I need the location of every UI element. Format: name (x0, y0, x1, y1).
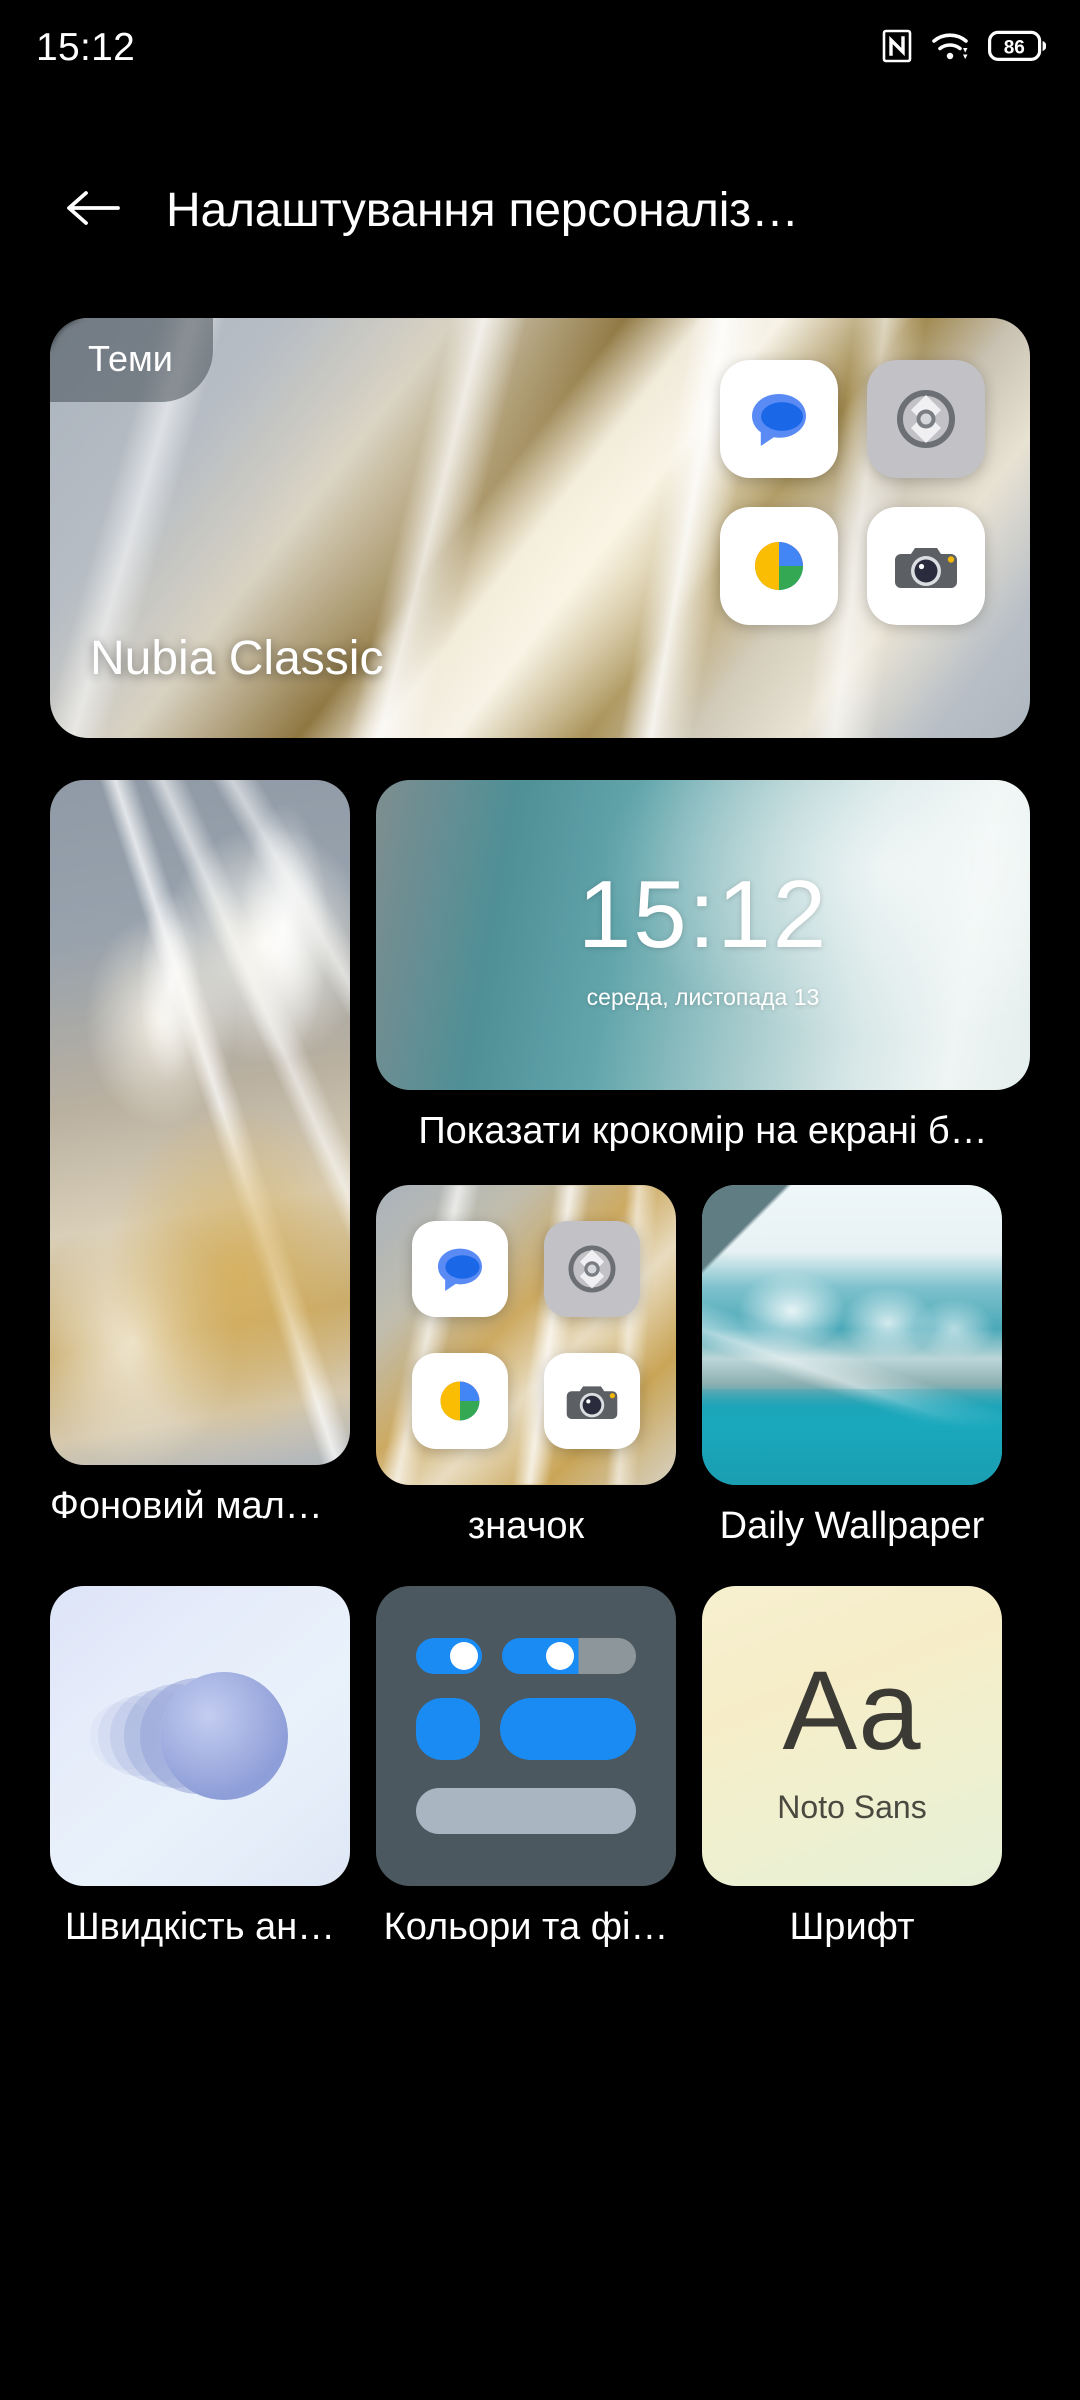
wallpaper-cell: Фоновий мал… (50, 780, 350, 1548)
wallpaper-label: Фоновий мал… (50, 1485, 323, 1527)
camera-icon (544, 1353, 640, 1449)
battery-level-text: 86 (1004, 37, 1025, 58)
neutral-bar (416, 1788, 636, 1834)
toggle-switch-on (416, 1638, 483, 1674)
wallpaper-card[interactable] (50, 780, 350, 1465)
icon-style-preview (376, 1185, 676, 1485)
nfc-icon (882, 29, 912, 68)
animation-speed-card[interactable] (50, 1586, 350, 1886)
colors-and-effects-card[interactable] (376, 1586, 676, 1886)
font-label: Шрифт (789, 1906, 915, 1948)
back-arrow-icon (64, 187, 122, 234)
app-bar: Налаштування персоналіз… (0, 155, 1080, 265)
pill-row (416, 1698, 636, 1760)
lockscreen-clock-date: середа, листопада 13 (586, 983, 820, 1010)
accent-pill-large (500, 1698, 636, 1760)
bottom-section: Швидкість ан… Кольори та фі… Aa Noto San… (50, 1586, 1030, 1949)
middle-section: Фоновий мал… 15:12 середа, листопада 13 … (50, 780, 1030, 1548)
font-name-label: Noto Sans (777, 1788, 927, 1825)
page-title: Налаштування персоналіз… (166, 183, 799, 237)
wifi-icon (931, 30, 969, 67)
sub-card-row: значок Daily Wallpaper (376, 1185, 1030, 1548)
status-bar: 15:12 86 (0, 0, 1080, 96)
status-clock: 15:12 (36, 26, 136, 69)
status-icon-group: 86 (882, 29, 1047, 68)
settings-icon (867, 360, 985, 478)
accent-pill-small (416, 1698, 480, 1760)
theme-app-icon-preview (720, 360, 985, 625)
back-button[interactable] (62, 179, 124, 241)
animation-speed-label: Швидкість ан… (64, 1906, 336, 1948)
themes-card[interactable]: Теми Nubia Classic (50, 318, 1030, 738)
icon-style-card[interactable] (376, 1185, 676, 1485)
right-column: 15:12 середа, листопада 13 Показати крок… (376, 780, 1030, 1548)
toggle-switch-partial (502, 1638, 636, 1674)
settings-content: Теми Nubia Classic Фоновий мал… 15:12 се… (0, 318, 1080, 1949)
daily-wallpaper-label: Daily Wallpaper (719, 1505, 985, 1547)
theme-name-label: Nubia Classic (90, 632, 384, 685)
animation-cell: Швидкість ан… (50, 1586, 350, 1949)
photos-icon (412, 1353, 508, 1449)
lockscreen-clock-time: 15:12 (577, 860, 829, 968)
toggle-row (416, 1638, 636, 1674)
motion-ball-icon (160, 1672, 288, 1800)
messages-icon (412, 1221, 508, 1317)
icons-cell: значок (376, 1185, 676, 1548)
daily-wallpaper-cell: Daily Wallpaper (702, 1185, 1002, 1548)
photos-icon (720, 507, 838, 625)
colors-and-effects-label: Кольори та фі… (383, 1906, 669, 1948)
settings-icon (544, 1221, 640, 1317)
font-card[interactable]: Aa Noto Sans (702, 1586, 1002, 1886)
toggle-knob (450, 1642, 479, 1670)
stepcounter-label: Показати крокомір на екрані б… (418, 1110, 988, 1152)
toggle-knob (546, 1642, 575, 1670)
messages-icon (720, 360, 838, 478)
font-sample-glyphs: Aa (782, 1647, 922, 1773)
icon-style-label: значок (467, 1505, 585, 1547)
battery-icon: 86 (988, 30, 1047, 67)
colors-cell: Кольори та фі… (376, 1586, 676, 1949)
themes-badge: Теми (50, 318, 213, 402)
daily-wallpaper-card[interactable] (702, 1185, 1002, 1485)
font-cell: Aa Noto Sans Шрифт (702, 1586, 1002, 1949)
camera-icon (867, 507, 985, 625)
lockscreen-clock-card[interactable]: 15:12 середа, листопада 13 (376, 780, 1030, 1090)
